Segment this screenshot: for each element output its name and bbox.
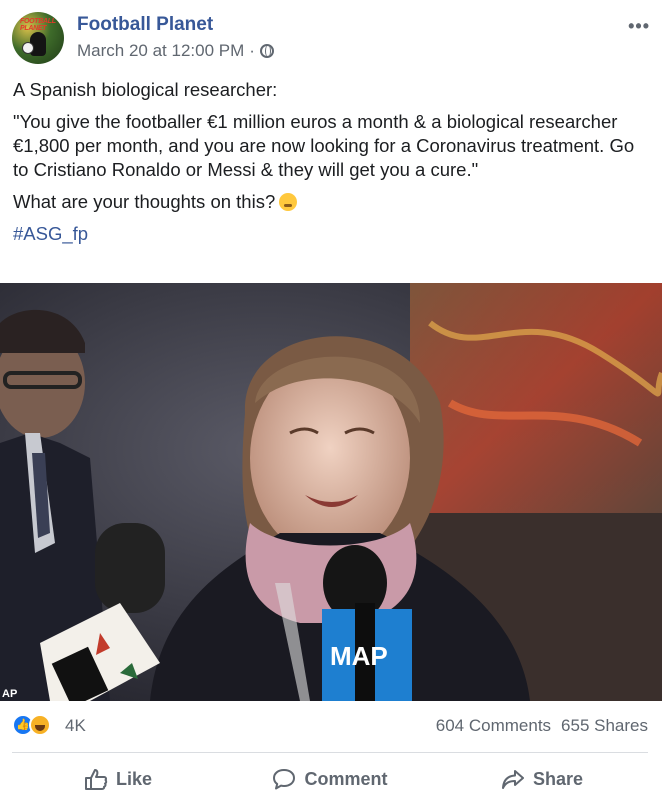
comment-icon bbox=[273, 769, 296, 790]
photo-illustration: MAP AP bbox=[0, 283, 662, 701]
page-avatar[interactable]: FOOTBALL PLANET bbox=[12, 12, 64, 64]
share-button-label: Share bbox=[532, 768, 584, 789]
more-options-button[interactable]: ••• bbox=[628, 16, 650, 37]
share-button[interactable]: Share bbox=[436, 756, 648, 802]
comment-button-label: Comment bbox=[304, 768, 388, 789]
comment-button[interactable]: Comment bbox=[224, 756, 436, 802]
mic-map-label: MAP bbox=[330, 641, 388, 671]
haha-icon bbox=[29, 714, 51, 736]
photo-corner-text: AP bbox=[2, 688, 17, 700]
post-text-intro: A Spanish biological researcher: bbox=[13, 79, 278, 100]
post-hashtag-row: #ASG_fp bbox=[13, 222, 650, 246]
reaction-icons[interactable]: 👍 bbox=[12, 714, 54, 736]
engagement-stats: 604 Comments 655 Shares bbox=[436, 716, 648, 736]
comments-count-link[interactable]: 604 Comments bbox=[436, 716, 551, 736]
painting-background bbox=[410, 283, 662, 513]
post-timestamp[interactable]: March 20 at 12:00 PM bbox=[77, 41, 244, 61]
share-icon bbox=[501, 770, 524, 789]
reaction-count[interactable]: 4K bbox=[65, 716, 86, 736]
like-button-label: Like bbox=[115, 768, 153, 789]
meta-separator: · bbox=[249, 41, 255, 60]
post-text-quote: "You give the footballer €1 million euro… bbox=[13, 111, 635, 180]
thinking-face-icon bbox=[279, 193, 298, 211]
reactions-bar: 👍 4K 604 Comments 655 Shares bbox=[12, 708, 648, 742]
facebook-post: FOOTBALL PLANET Football Planet March 20… bbox=[0, 0, 662, 804]
globe-icon[interactable] bbox=[259, 44, 274, 58]
like-button[interactable]: Like bbox=[12, 756, 224, 802]
post-actions: Like Comment Share bbox=[12, 756, 648, 802]
shares-count-link[interactable]: 655 Shares bbox=[561, 716, 648, 736]
post-question-text: What are your thoughts on this? bbox=[13, 191, 276, 212]
actions-divider bbox=[12, 752, 648, 753]
thumbs-up-icon bbox=[84, 769, 108, 790]
post-text-question: What are your thoughts on this? bbox=[13, 190, 650, 214]
post-photo[interactable]: MAP AP bbox=[0, 283, 662, 701]
post-meta: March 20 at 12:00 PM · bbox=[77, 41, 274, 61]
post-body: A Spanish biological researcher: "You gi… bbox=[13, 78, 650, 254]
avatar-logo-text: FOOTBALL PLANET bbox=[20, 18, 56, 32]
avatar-ball-icon bbox=[22, 42, 34, 54]
page-name-link[interactable]: Football Planet bbox=[77, 14, 213, 36]
hashtag-link[interactable]: #ASG_fp bbox=[13, 223, 88, 244]
post-header: FOOTBALL PLANET Football Planet March 20… bbox=[12, 12, 650, 66]
